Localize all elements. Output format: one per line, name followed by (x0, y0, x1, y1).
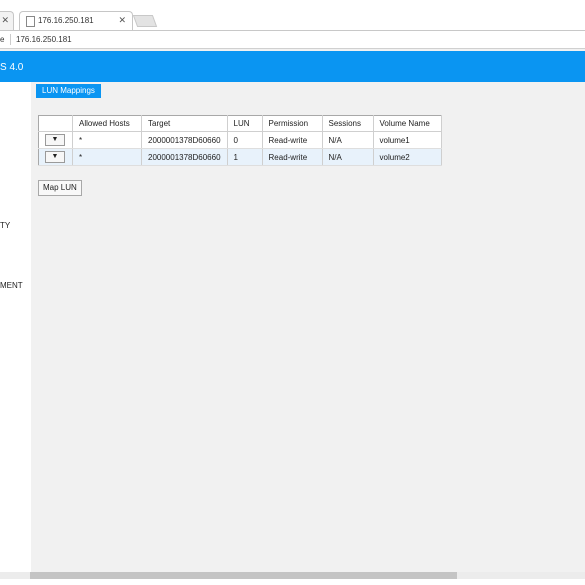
column-header: Sessions (322, 115, 374, 132)
permission-cell: Read-write (262, 131, 323, 149)
close-icon[interactable]: ✕ (1, 15, 9, 26)
tab-lun-mappings[interactable]: LUN Mappings (36, 84, 101, 98)
lun-mappings-table: Allowed Hosts Target LUN Permission Sess… (38, 115, 442, 166)
sidebar: TY MENT (0, 82, 31, 572)
app-title: S 4.0 (0, 62, 24, 73)
target-cell: 2000001378D60660 (141, 131, 228, 149)
volume-name-cell: volume2 (373, 148, 442, 166)
sidebar-item-management[interactable]: MENT (0, 281, 23, 290)
allowed-hosts-cell: * (72, 131, 142, 149)
row-menu-button[interactable]: ▼ (45, 134, 65, 146)
tab-title: 176.16.250.181 (38, 16, 94, 25)
browser-tab-active[interactable]: 176.16.250.181 ✕ (19, 11, 133, 30)
address-url[interactable]: 176.16.250.181 (16, 35, 72, 44)
sessions-cell: N/A (322, 148, 374, 166)
target-cell: 2000001378D60660 (141, 148, 228, 166)
volume-name-cell: volume1 (373, 131, 442, 149)
table-row: ▼ * 2000001378D60660 0 Read-write N/A vo… (38, 131, 442, 149)
map-lun-button[interactable]: Map LUN (38, 180, 82, 196)
new-tab-button[interactable] (132, 15, 158, 27)
sidebar-item-security[interactable]: TY (0, 221, 10, 230)
horizontal-scrollbar-thumb[interactable] (30, 572, 457, 579)
actions-column-header (38, 115, 73, 132)
sessions-cell: N/A (322, 131, 374, 149)
lun-cell: 0 (227, 131, 263, 149)
bottom-strip (0, 579, 585, 585)
app-header: S 4.0 (0, 51, 585, 82)
table-header-row: Allowed Hosts Target LUN Permission Sess… (38, 115, 442, 132)
address-bar[interactable]: e 176.16.250.181 (0, 31, 585, 49)
permission-cell: Read-write (262, 148, 323, 166)
browser-tab-strip: ✕ 176.16.250.181 ✕ (0, 0, 585, 31)
column-header: Volume Name (373, 115, 442, 132)
page-icon (26, 16, 35, 27)
close-icon[interactable]: ✕ (118, 15, 126, 26)
table-row: ▼ * 2000001378D60660 1 Read-write N/A vo… (38, 148, 442, 166)
address-prefix: e (0, 35, 5, 44)
column-header: LUN (227, 115, 263, 132)
lun-cell: 1 (227, 148, 263, 166)
main-content: LUN Mappings Allowed Hosts Target LUN Pe… (31, 82, 585, 572)
column-header: Permission (262, 115, 323, 132)
address-divider (10, 34, 11, 45)
row-menu-button[interactable]: ▼ (45, 151, 65, 163)
browser-tab-previous[interactable]: ✕ (0, 11, 14, 30)
column-header: Allowed Hosts (72, 115, 142, 132)
allowed-hosts-cell: * (72, 148, 142, 166)
column-header: Target (141, 115, 228, 132)
